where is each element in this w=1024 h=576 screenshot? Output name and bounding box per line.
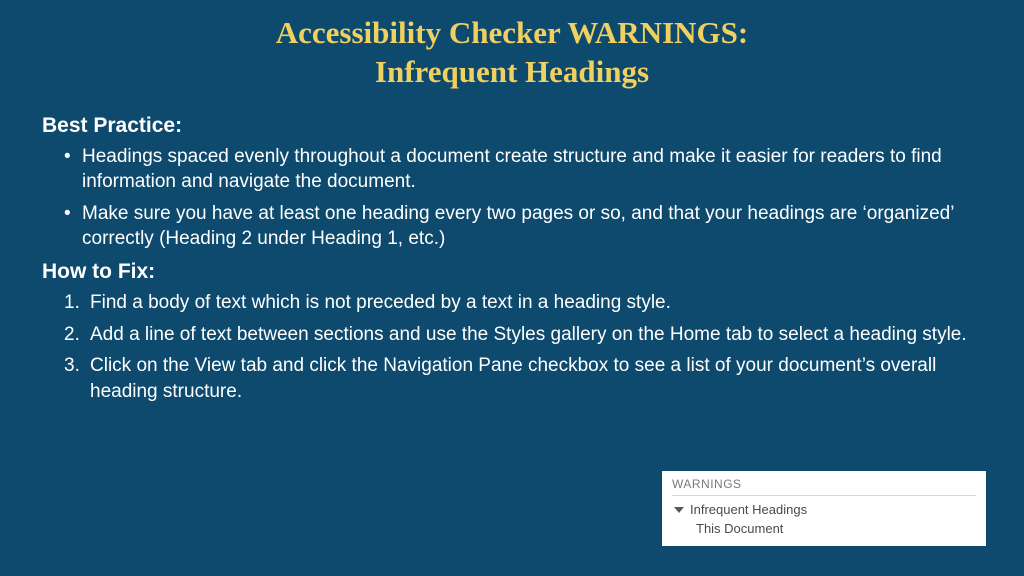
list-item: Find a body of text which is not precede… [64, 290, 982, 316]
slide-title: Accessibility Checker WARNINGS: Infreque… [0, 0, 1024, 102]
warnings-child-label: This Document [696, 521, 783, 536]
title-line-1: Accessibility Checker WARNINGS: [276, 15, 748, 50]
warnings-item-row[interactable]: Infrequent Headings [672, 500, 976, 519]
slide-content: Best Practice: Headings spaced evenly th… [0, 102, 1024, 405]
warnings-pane: WARNINGS Infrequent Headings This Docume… [662, 471, 986, 546]
best-practice-list: Headings spaced evenly throughout a docu… [42, 144, 982, 253]
list-item: Add a line of text between sections and … [64, 322, 982, 348]
best-practice-label: Best Practice: [42, 114, 982, 138]
warnings-item-label: Infrequent Headings [690, 502, 807, 517]
list-item: Click on the View tab and click the Navi… [64, 353, 982, 404]
list-item: Make sure you have at least one heading … [64, 201, 982, 252]
title-line-2: Infrequent Headings [375, 54, 649, 89]
list-item: Headings spaced evenly throughout a docu… [64, 144, 982, 195]
how-to-fix-list: Find a body of text which is not precede… [42, 290, 982, 405]
caret-down-icon [674, 507, 684, 513]
how-to-fix-label: How to Fix: [42, 260, 982, 284]
warnings-pane-header: WARNINGS [672, 477, 976, 496]
warnings-child-item[interactable]: This Document [672, 519, 976, 536]
